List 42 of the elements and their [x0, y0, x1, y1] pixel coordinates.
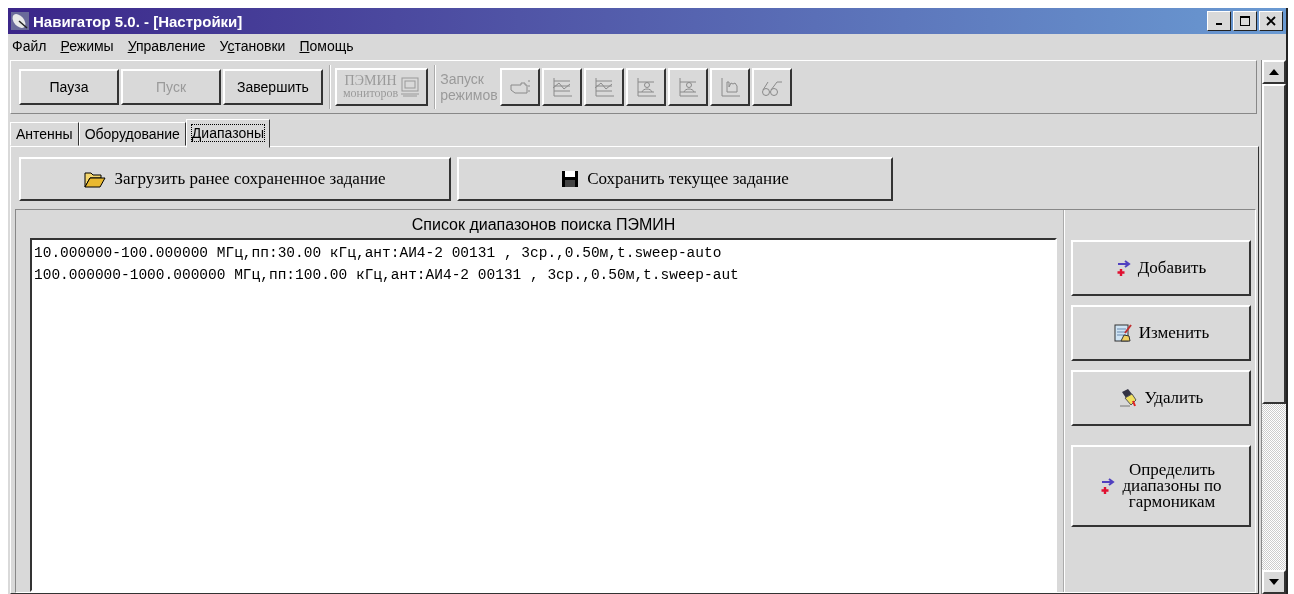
menu-item[interactable]: Файл — [12, 38, 47, 54]
person-chart-icon — [634, 76, 657, 98]
window-title: Навигатор 5.0. - [Настройки] — [33, 12, 243, 30]
minimize-button[interactable] — [1207, 11, 1231, 31]
action-button[interactable]: Определить диапазоны по гармоникам — [1071, 445, 1251, 527]
chart-icon — [550, 76, 573, 98]
hand-chart-icon — [718, 76, 741, 98]
menu-item[interactable]: Помощь — [299, 38, 354, 54]
menu-item[interactable]: Установки — [219, 38, 286, 54]
action-button[interactable]: Добавить — [1071, 240, 1251, 296]
scroll-up-icon[interactable] — [1269, 69, 1279, 75]
action-button[interactable]: Удалить — [1071, 370, 1251, 426]
menu-item[interactable]: Управление — [127, 38, 206, 54]
action-button[interactable]: Изменить — [1071, 305, 1251, 361]
notepad-pencil-icon — [1112, 323, 1133, 343]
chart-icon — [592, 76, 615, 98]
person-chart-icon — [676, 76, 699, 98]
arrow-plus-icon — [1100, 477, 1117, 495]
scroll-down-icon[interactable] — [1269, 579, 1279, 585]
satellite-dish-icon — [11, 12, 29, 30]
modes-label: Запуск режимов — [440, 71, 498, 103]
tab[interactable]: Оборудование — [78, 122, 186, 146]
monitor-icon — [400, 77, 421, 97]
tab[interactable]: Диапазоны — [185, 119, 270, 148]
task-button[interactable]: Загрузить ранее сохраненное задание — [19, 157, 451, 201]
ranges-list[interactable]: 10.000000-100.000000 МГц,пп:30.00 кГц,ант:АИ4-2 00131 , 3ср.,0.50м,t.sweep-auto 100.000000-1000.000000 МГц,пп:100.00 кГц,ант:АИ4-2 00131 , 3ср.,0.50м,t.sweep-aut — [30, 238, 1057, 592]
menu-item[interactable]: Режимы — [60, 38, 114, 54]
list-item[interactable]: 10.000000-100.000000 МГц,пп:30.00 кГц,ант:АИ4-2 00131 , 3ср.,0.50м,t.sweep-auto — [34, 242, 722, 264]
tab[interactable]: Антенны — [10, 122, 79, 146]
task-button[interactable]: Сохранить текущее задание — [457, 157, 893, 201]
maximize-button[interactable] — [1233, 11, 1257, 31]
maximize-icon — [1240, 16, 1250, 26]
close-button[interactable] — [1259, 11, 1283, 31]
close-icon — [1266, 16, 1276, 26]
vertical-scrollbar[interactable] — [1261, 60, 1286, 594]
toolbar-button[interactable]: Завершить — [223, 69, 323, 105]
folder-icon — [84, 170, 107, 188]
arrow-plus-icon — [1115, 259, 1132, 277]
list-item[interactable]: 100.000000-1000.000000 МГц,пп:100.00 кГц,ант:АИ4-2 00131 , 3ср.,0.50м,t.sweep-aut — [34, 264, 739, 286]
eraser-icon — [1118, 388, 1139, 408]
toolbar-button[interactable]: Пауза — [19, 69, 119, 105]
list-title: Список диапазонов поиска ПЭМИН — [411, 215, 676, 235]
